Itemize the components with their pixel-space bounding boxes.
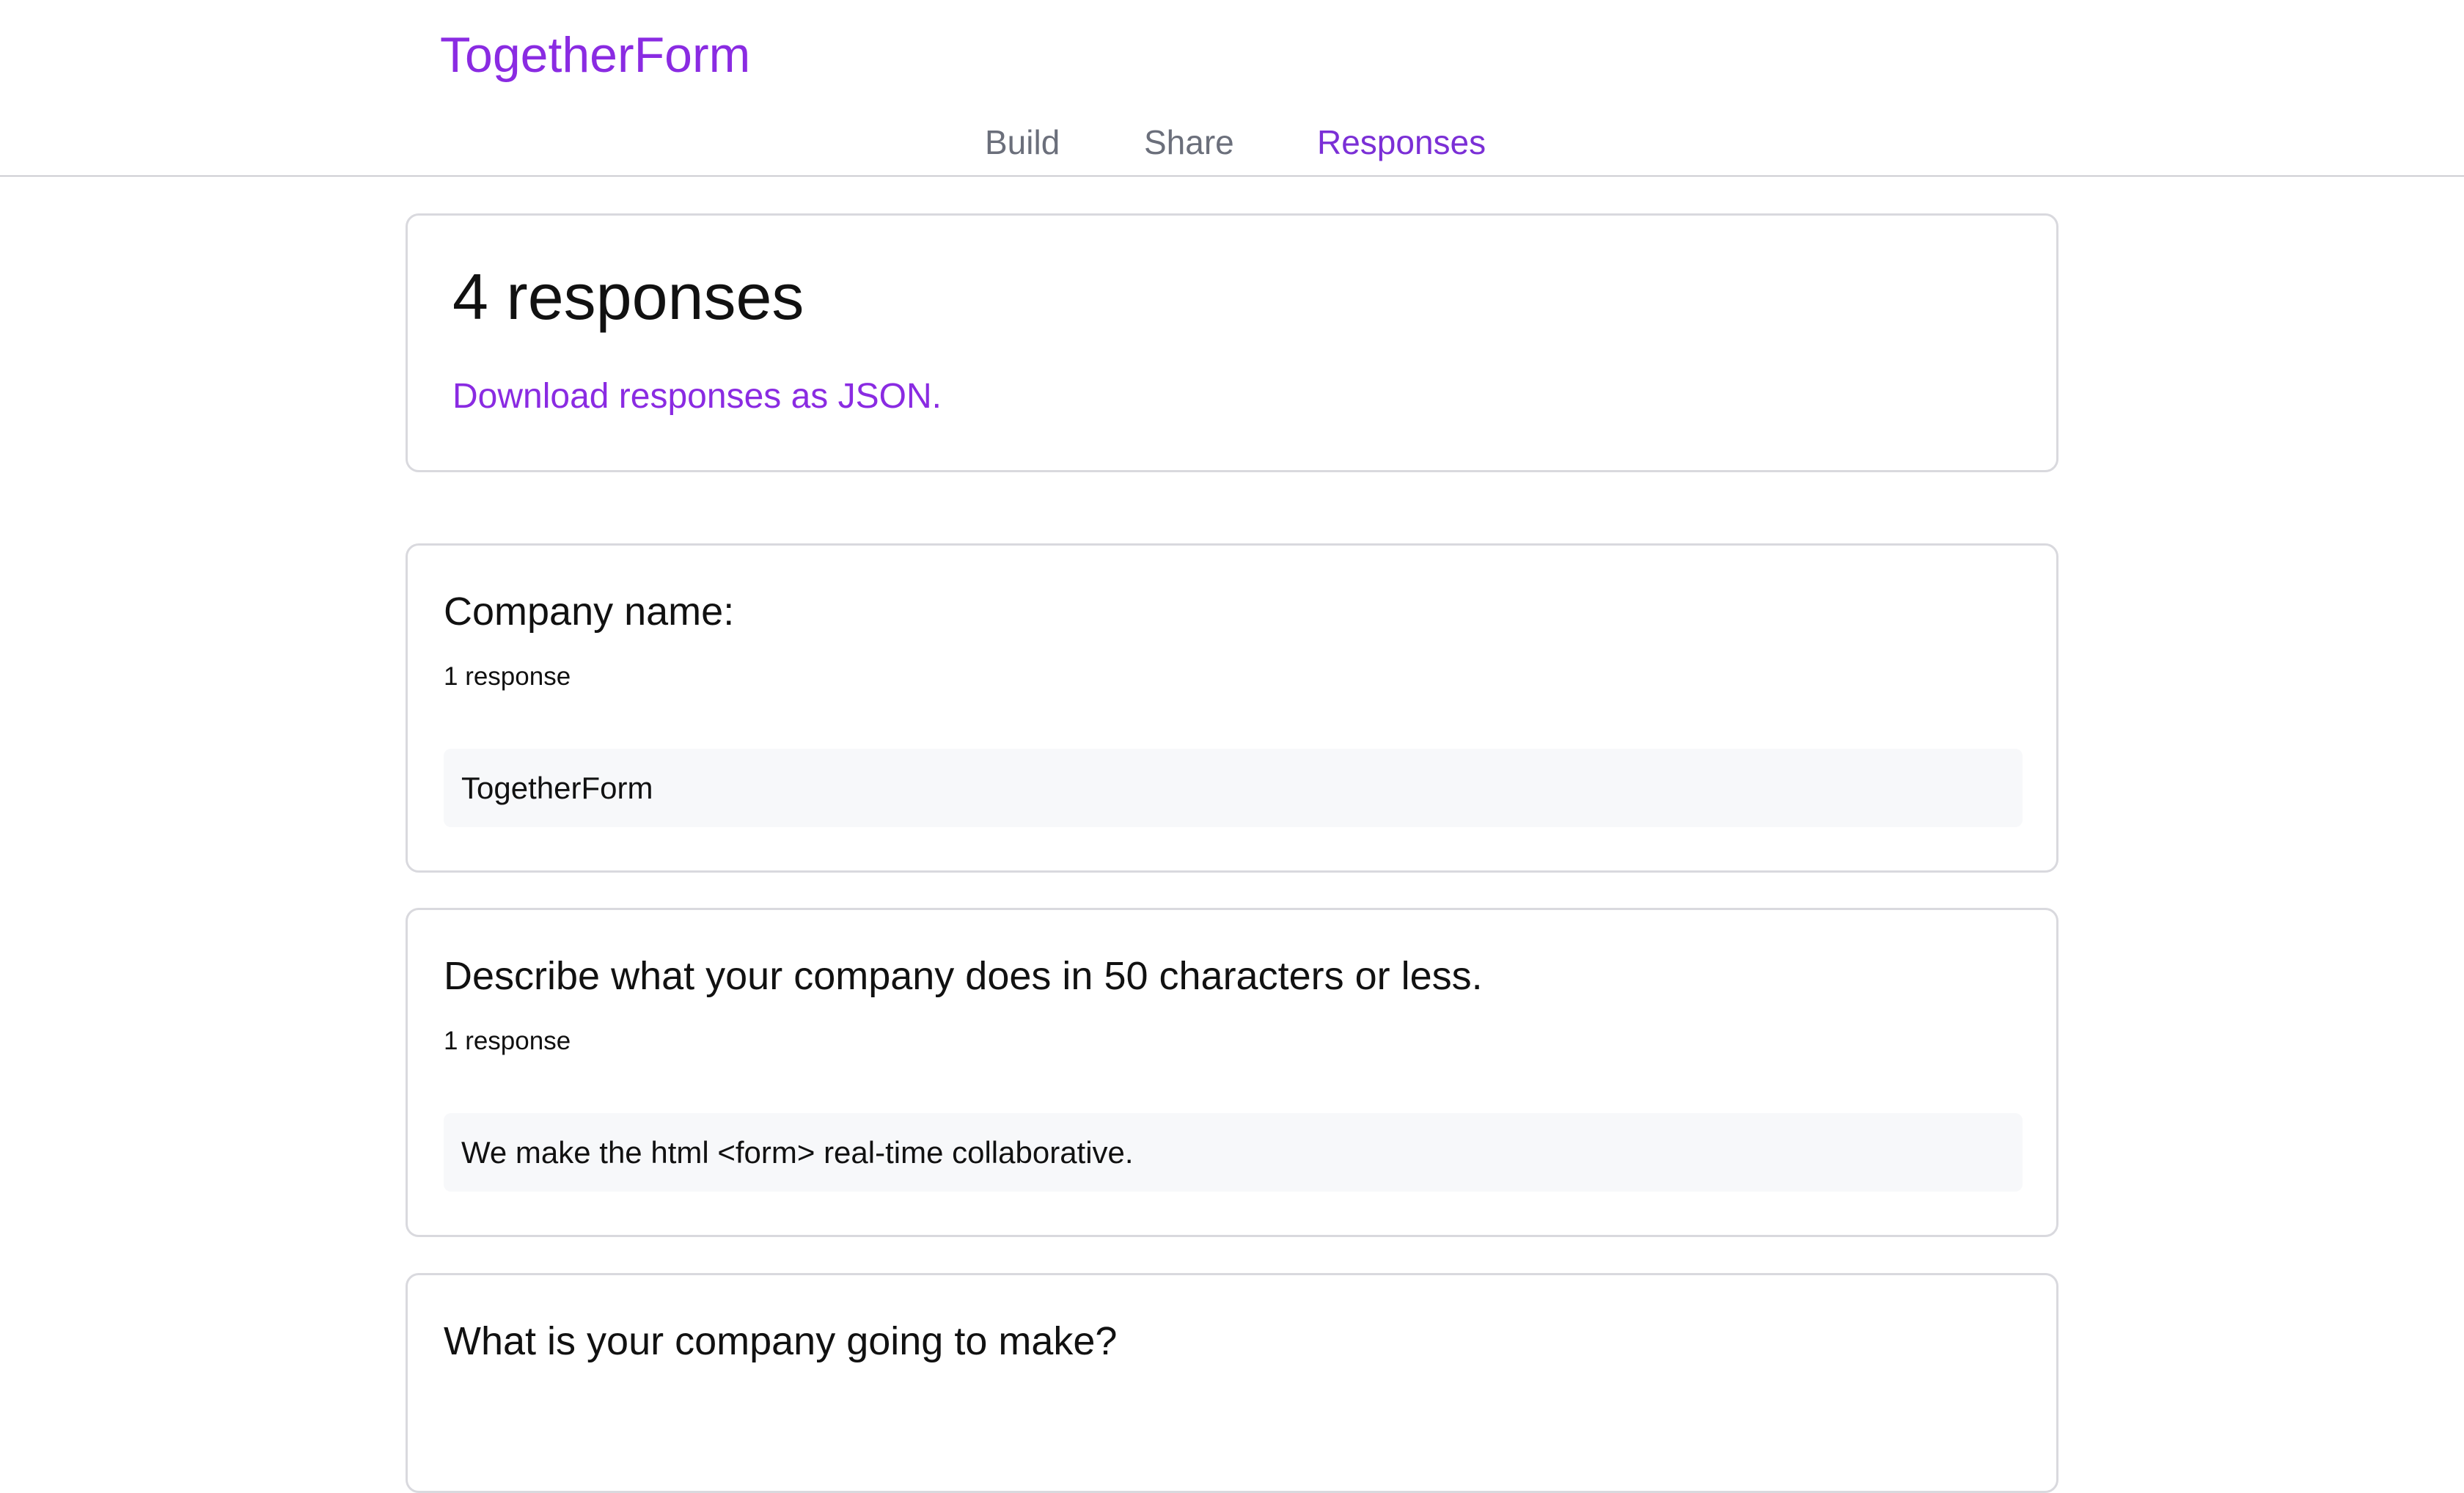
question-card: Company name: 1 response TogetherForm: [406, 543, 2058, 873]
question-title: Describe what your company does in 50 ch…: [444, 954, 1483, 998]
responses-summary-card: 4 responses Download responses as JSON.: [406, 213, 2058, 472]
main-nav: Build Share Responses: [0, 116, 2464, 169]
answer-text: We make the html <form> real-time collab…: [461, 1135, 1134, 1170]
top-header: TogetherForm Build Share Responses: [0, 0, 2464, 177]
tab-share[interactable]: Share: [1144, 116, 1234, 169]
question-card: What is your company going to make?: [406, 1273, 2058, 1493]
question-title: What is your company going to make?: [444, 1319, 1118, 1363]
responses-count-heading: 4 responses: [452, 260, 804, 333]
answer-text: TogetherForm: [461, 771, 653, 805]
brand-logo[interactable]: TogetherForm: [440, 22, 750, 88]
question-response-count: 1 response: [444, 1027, 571, 1055]
download-json-link[interactable]: Download responses as JSON.: [452, 373, 942, 420]
question-card: Describe what your company does in 50 ch…: [406, 908, 2058, 1237]
question-response-count: 1 response: [444, 662, 571, 691]
tab-build[interactable]: Build: [985, 116, 1060, 169]
answer-item: TogetherForm: [444, 749, 2023, 827]
question-title: Company name:: [444, 590, 735, 634]
tab-responses[interactable]: Responses: [1317, 116, 1486, 169]
answer-item: We make the html <form> real-time collab…: [444, 1113, 2023, 1192]
